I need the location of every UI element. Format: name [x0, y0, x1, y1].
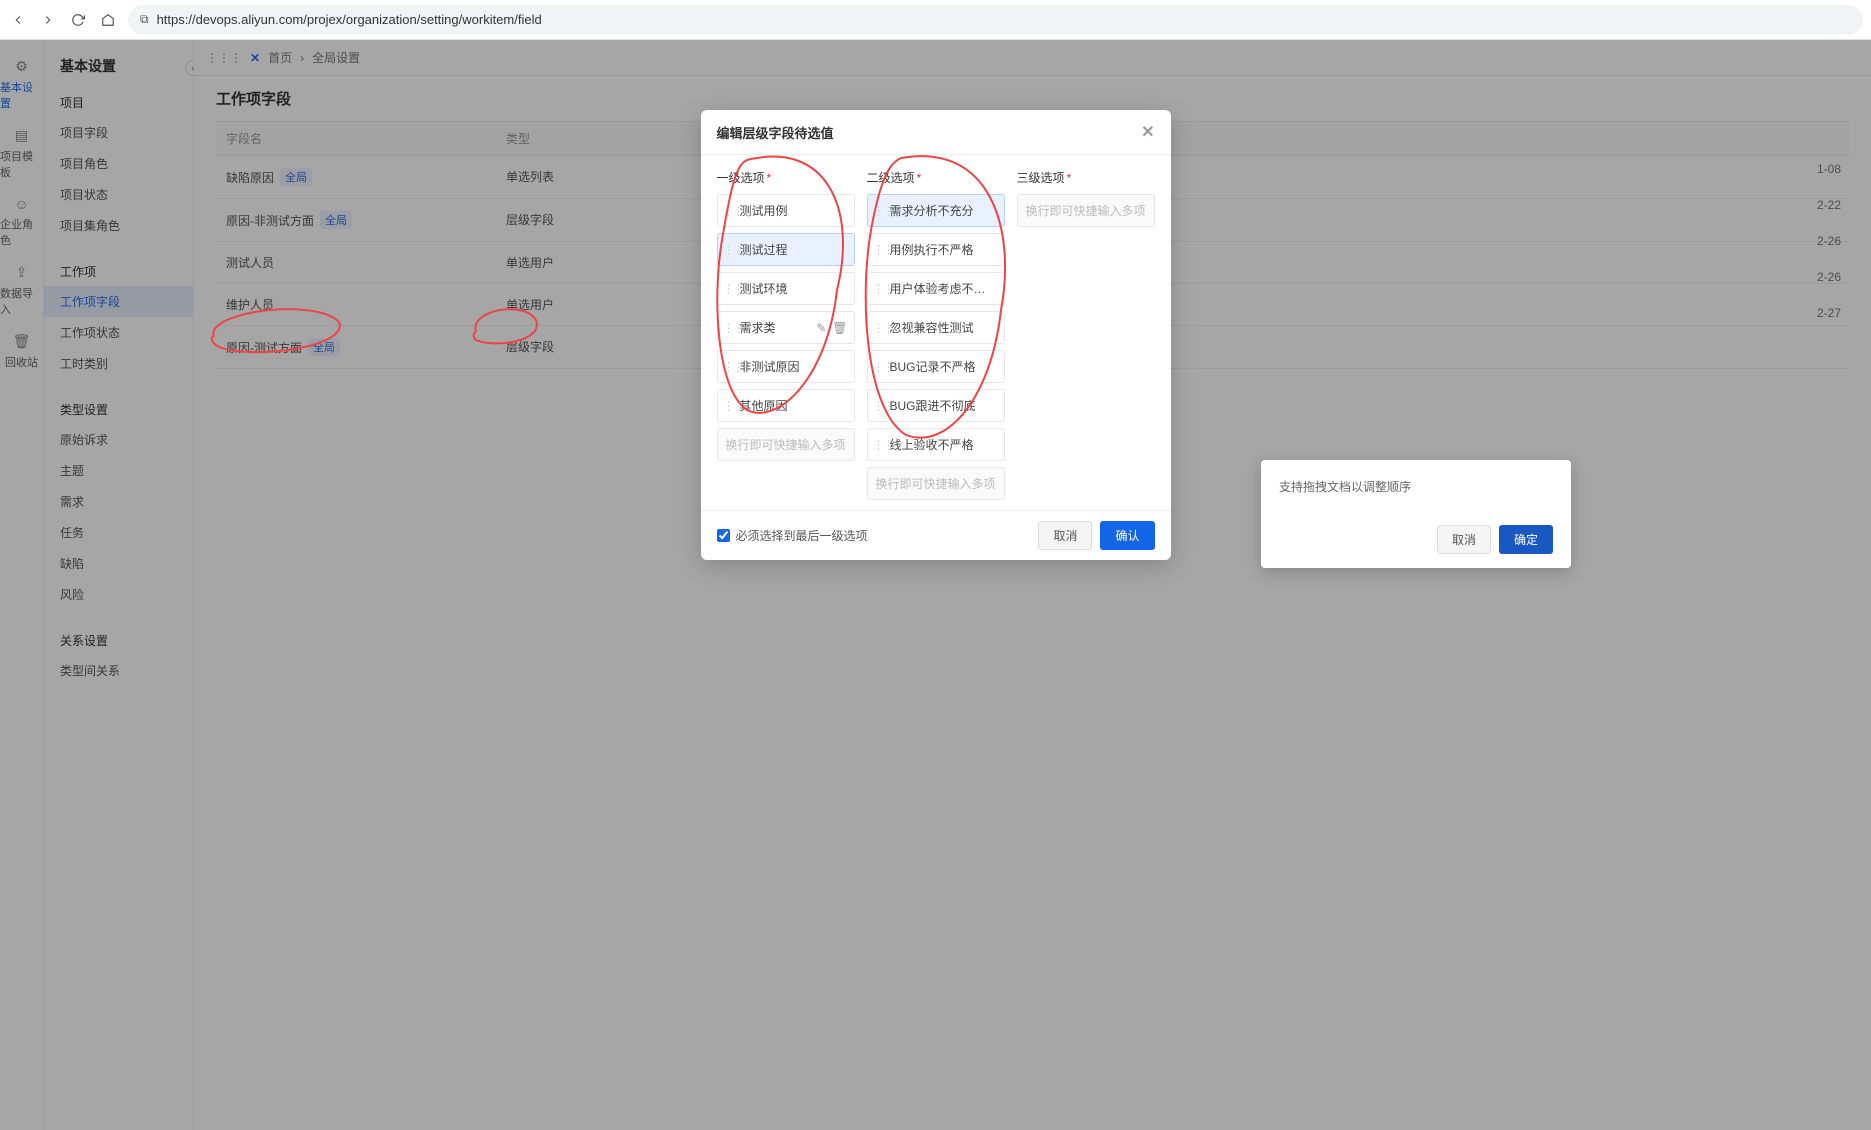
modal-cancel-button[interactable]: 取消 — [1038, 521, 1092, 550]
drag-handle-icon[interactable]: ⋮⋮ — [723, 282, 743, 296]
option-label: 测试环境 — [740, 282, 788, 296]
inner-cancel-button[interactable]: 取消 — [1437, 525, 1491, 554]
hierarchy-option[interactable]: ⋮⋮测试用例 — [717, 194, 855, 227]
drag-handle-icon[interactable]: ⋮⋮ — [723, 204, 743, 218]
option-label: 用户体验考虑不… — [890, 282, 986, 296]
option-label: BUG跟进不彻底 — [890, 399, 976, 413]
drag-handle-icon[interactable]: ⋮⋮ — [723, 243, 743, 257]
inner-modal-message: 支持拖拽文档以调整顺序 — [1279, 478, 1553, 495]
level2-input[interactable]: 换行即可快捷输入多项 — [867, 467, 1005, 500]
checkbox-label: 必须选择到最后一级选项 — [736, 527, 868, 544]
option-label: 测试过程 — [740, 243, 788, 257]
hierarchy-option[interactable]: ⋮⋮BUG跟进不彻底 — [867, 389, 1005, 422]
drag-handle-icon[interactable]: ⋮⋮ — [873, 399, 893, 413]
browser-chrome: ⧉ https://devops.aliyun.com/projex/organ… — [0, 0, 1871, 40]
back-icon[interactable] — [8, 10, 28, 30]
hierarchy-option[interactable]: ⋮⋮需求分析不充分 — [867, 194, 1005, 227]
level3-column: 三级选项* 换行即可快捷输入多项 — [1017, 169, 1155, 500]
edit-icon[interactable]: ✎ — [816, 321, 826, 335]
option-label: 忽视兼容性测试 — [890, 321, 974, 335]
edit-hierarchy-modal: 编辑层级字段待选值 ✕ 一级选项* ⋮⋮测试用例⋮⋮测试过程⋮⋮测试环境⋮⋮需求… — [701, 110, 1171, 560]
drag-handle-icon[interactable]: ⋮⋮ — [723, 321, 743, 335]
hierarchy-option[interactable]: ⋮⋮需求类 ✎ 🗑 — [717, 311, 855, 344]
site-info-icon[interactable]: ⧉ — [140, 12, 149, 27]
checkbox-input[interactable] — [717, 529, 730, 542]
must-select-last-checkbox[interactable]: 必须选择到最后一级选项 — [717, 527, 868, 544]
home-icon[interactable] — [98, 10, 118, 30]
hierarchy-option[interactable]: ⋮⋮忽视兼容性测试 — [867, 311, 1005, 344]
hierarchy-option[interactable]: ⋮⋮线上验收不严格 — [867, 428, 1005, 461]
url-text: https://devops.aliyun.com/projex/organiz… — [157, 12, 542, 27]
level1-input[interactable]: 换行即可快捷输入多项 — [717, 428, 855, 461]
level3-label: 三级选项 — [1017, 171, 1065, 185]
option-label: 需求类 — [740, 321, 776, 335]
close-icon[interactable]: ✕ — [1141, 122, 1154, 142]
forward-icon[interactable] — [38, 10, 58, 30]
level3-input[interactable]: 换行即可快捷输入多项 — [1017, 194, 1155, 227]
level1-column: 一级选项* ⋮⋮测试用例⋮⋮测试过程⋮⋮测试环境⋮⋮需求类✎🗑⋮⋮非测试原因⋮⋮… — [717, 169, 855, 500]
option-label: 用例执行不严格 — [890, 243, 974, 257]
level2-column: 二级选项* ⋮⋮需求分析不充分⋮⋮用例执行不严格⋮⋮用户体验考虑不…⋮⋮忽视兼容… — [867, 169, 1005, 500]
drag-handle-icon[interactable]: ⋮⋮ — [873, 282, 893, 296]
address-bar[interactable]: ⧉ https://devops.aliyun.com/projex/organ… — [128, 5, 1863, 35]
drag-handle-icon[interactable]: ⋮⋮ — [873, 438, 893, 452]
delete-icon[interactable]: 🗑 — [832, 321, 847, 335]
option-label: 测试用例 — [740, 204, 788, 218]
option-label: 线上验收不严格 — [890, 438, 974, 452]
drag-handle-icon[interactable]: ⋮⋮ — [873, 321, 893, 335]
drag-handle-icon[interactable]: ⋮⋮ — [723, 399, 743, 413]
inner-confirm-modal: 支持拖拽文档以调整顺序 取消 确定 — [1261, 460, 1571, 568]
hierarchy-option[interactable]: ⋮⋮其他原因 — [717, 389, 855, 422]
hierarchy-option[interactable]: ⋮⋮用例执行不严格 — [867, 233, 1005, 266]
hierarchy-option[interactable]: ⋮⋮非测试原因 — [717, 350, 855, 383]
hierarchy-option[interactable]: ⋮⋮BUG记录不严格 — [867, 350, 1005, 383]
option-label: BUG记录不严格 — [890, 360, 976, 374]
drag-handle-icon[interactable]: ⋮⋮ — [873, 243, 893, 257]
modal-title: 编辑层级字段待选值 — [717, 123, 834, 142]
option-label: 需求分析不充分 — [890, 204, 974, 218]
drag-handle-icon[interactable]: ⋮⋮ — [873, 360, 893, 374]
inner-confirm-button[interactable]: 确定 — [1499, 525, 1553, 554]
level2-label: 二级选项 — [867, 171, 915, 185]
drag-handle-icon[interactable]: ⋮⋮ — [873, 204, 893, 218]
level1-label: 一级选项 — [717, 171, 765, 185]
hierarchy-option[interactable]: ⋮⋮测试环境 — [717, 272, 855, 305]
option-label: 其他原因 — [740, 399, 788, 413]
modal-confirm-button[interactable]: 确认 — [1100, 521, 1154, 550]
option-label: 非测试原因 — [740, 360, 800, 374]
app-frame: ⚙ 基本设置 ▤ 项目模板 ☺ 企业角色 ⇪ 数据导入 🗑 回收站 基本设置 项… — [0, 40, 1871, 1130]
reload-icon[interactable] — [68, 10, 88, 30]
drag-handle-icon[interactable]: ⋮⋮ — [723, 360, 743, 374]
hierarchy-option[interactable]: ⋮⋮用户体验考虑不… — [867, 272, 1005, 305]
hierarchy-option[interactable]: ⋮⋮测试过程 — [717, 233, 855, 266]
